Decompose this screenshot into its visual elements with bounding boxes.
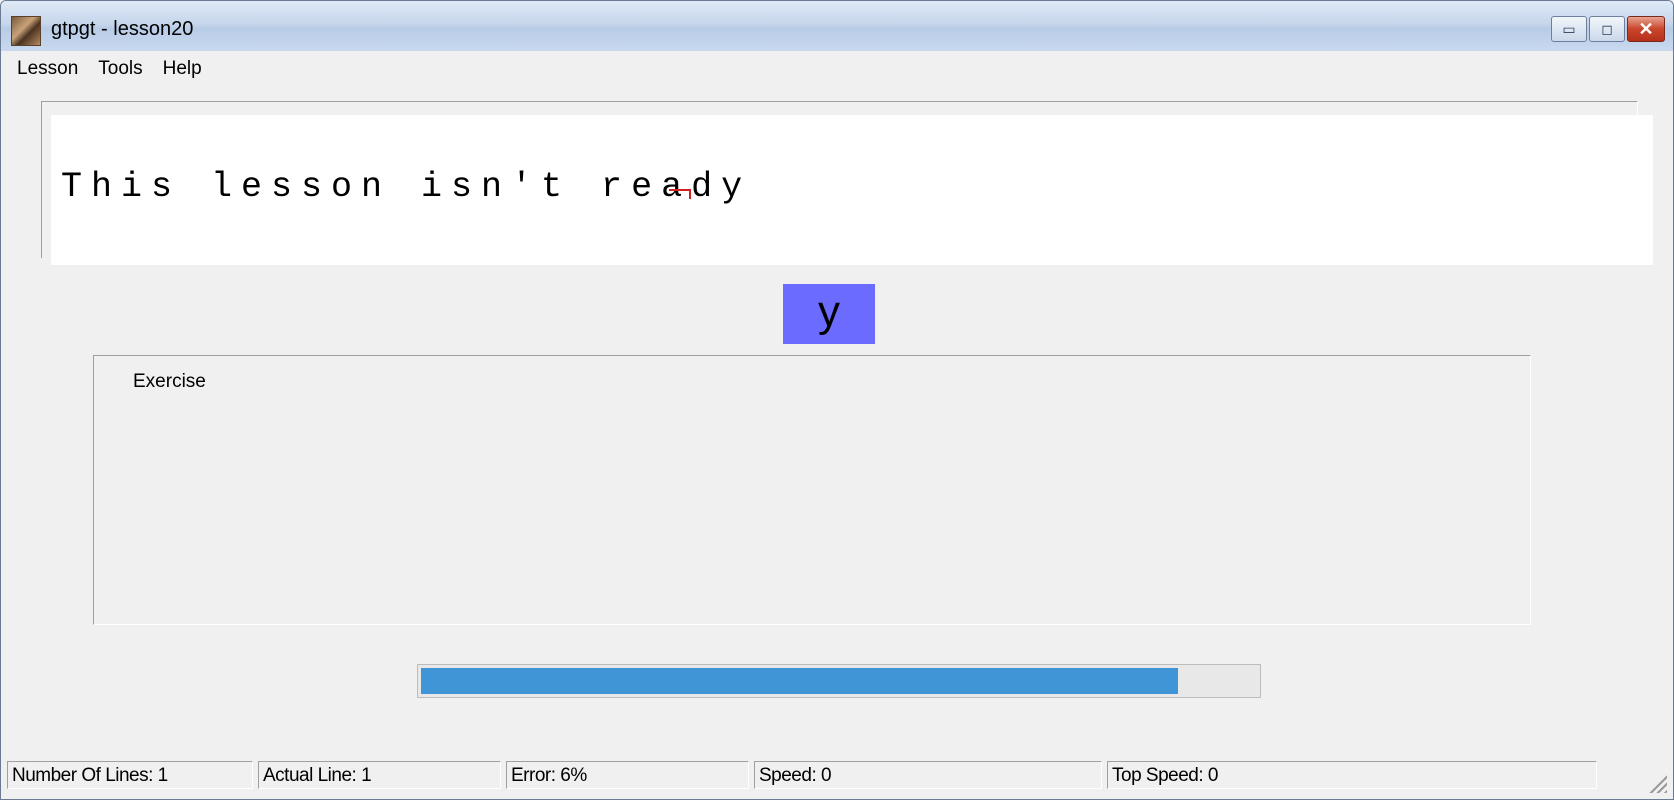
status-error: Error: 6% <box>506 761 749 789</box>
current-key: y <box>783 284 875 344</box>
close-button[interactable]: ✕ <box>1627 16 1665 42</box>
minimize-icon: ▭ <box>1562 20 1576 37</box>
menu-lesson[interactable]: Lesson <box>7 55 88 83</box>
menu-tools[interactable]: Tools <box>88 55 152 83</box>
window-controls: ▭ ◻ ✕ <box>1549 16 1665 42</box>
exercise-frame <box>93 355 1531 625</box>
window-title: gtpgt - lesson20 <box>51 18 194 40</box>
minimize-button[interactable]: ▭ <box>1551 16 1587 42</box>
close-icon: ✕ <box>1638 18 1654 39</box>
status-top-speed: Top Speed: 0 <box>1107 761 1597 789</box>
maximize-icon: ◻ <box>1601 20 1613 37</box>
text-cursor-icon <box>669 189 691 199</box>
status-number-of-lines: Number Of Lines: 1 <box>7 761 253 789</box>
maximize-button[interactable]: ◻ <box>1589 16 1625 42</box>
exercise-label: Exercise <box>133 371 206 392</box>
status-speed: Speed: 0 <box>754 761 1102 789</box>
app-window: gtpgt - lesson20 ▭ ◻ ✕ Lesson Tools Help… <box>0 0 1674 800</box>
menu-help[interactable]: Help <box>153 55 212 83</box>
app-icon[interactable] <box>11 16 41 46</box>
title-bar[interactable]: gtpgt - lesson20 ▭ ◻ ✕ <box>1 1 1673 51</box>
lesson-text: This lesson isn't ready <box>61 167 752 207</box>
progress-fill <box>421 668 1178 694</box>
progress-bar <box>417 664 1261 698</box>
status-bar: Number Of Lines: 1 Actual Line: 1 Error:… <box>7 761 1669 793</box>
menu-bar: Lesson Tools Help <box>7 55 212 83</box>
status-actual-line: Actual Line: 1 <box>258 761 501 789</box>
